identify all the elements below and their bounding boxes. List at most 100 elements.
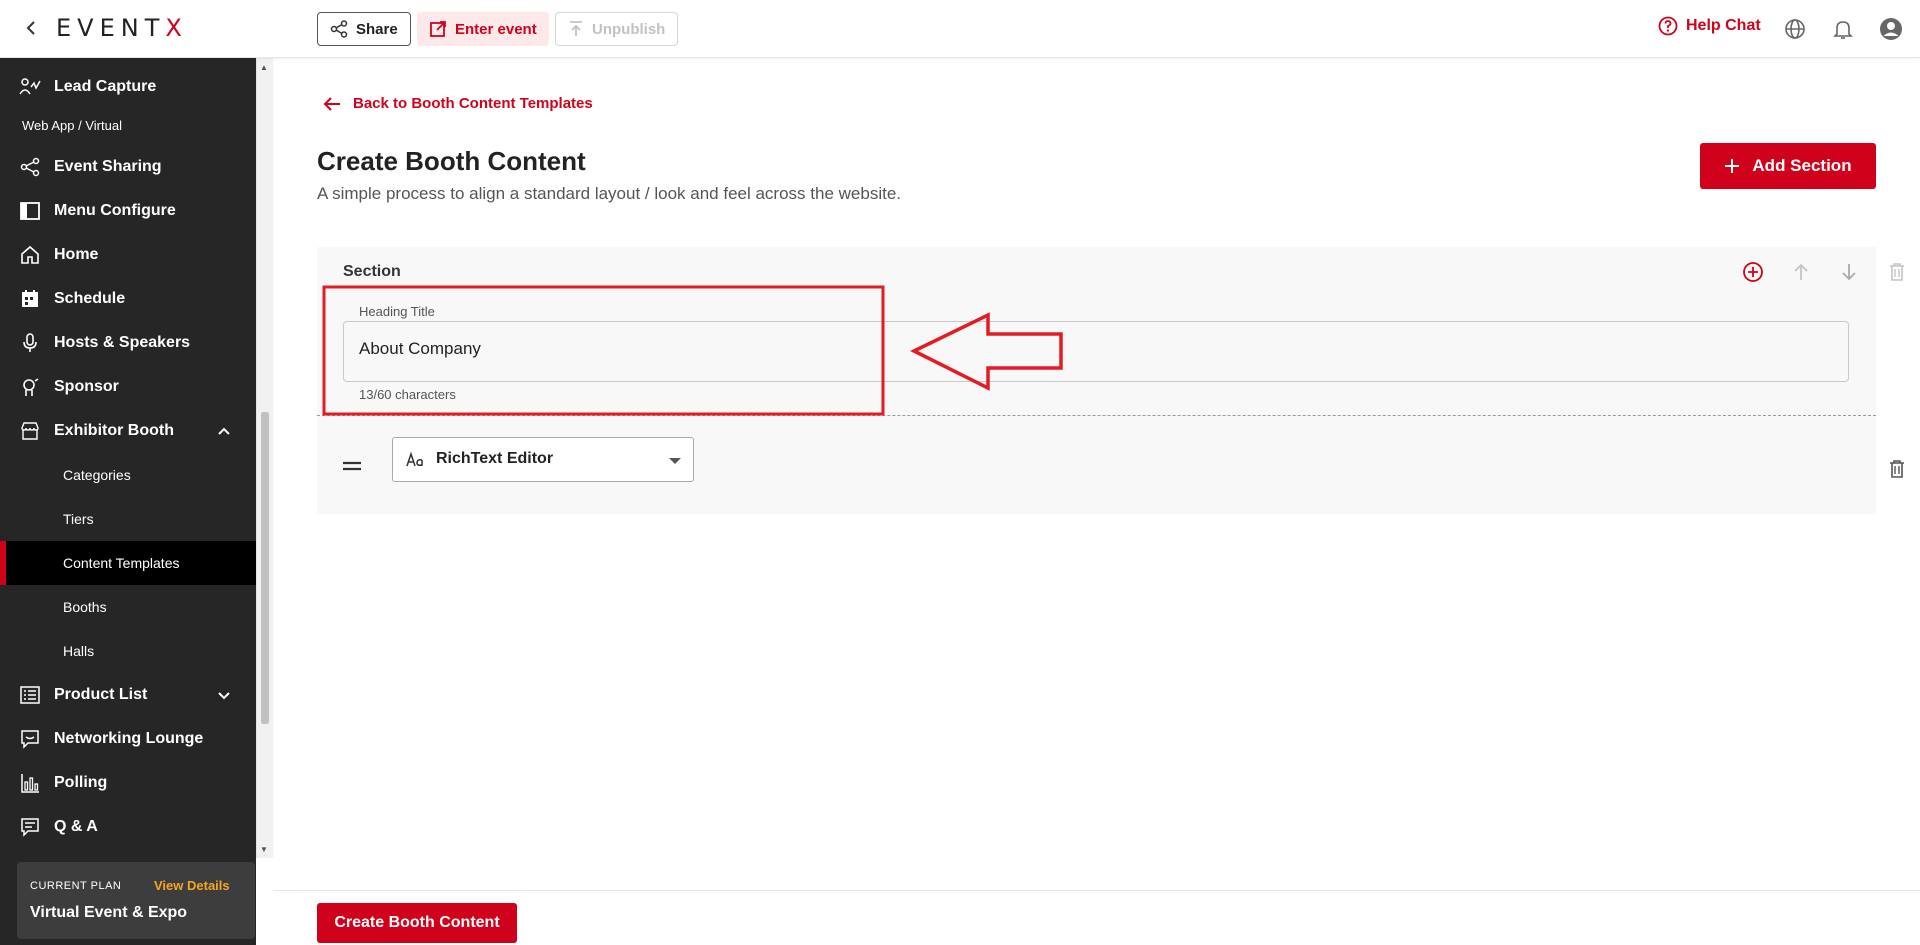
enter-event-label: Enter event — [455, 20, 537, 38]
share-label: Share — [356, 20, 398, 38]
sidebar-label: Sponsor — [54, 378, 119, 395]
plan-name: Virtual Event & Expo — [30, 904, 188, 921]
chevron-up-icon — [214, 421, 234, 441]
sidebar-item-home[interactable]: Home — [0, 233, 256, 277]
sidebar-label: Tiers — [63, 511, 94, 527]
sidebar-label: Halls — [63, 643, 95, 659]
unpublish-button[interactable]: Unpublish — [555, 12, 679, 46]
store-icon — [18, 419, 42, 443]
heading-title-input[interactable] — [343, 321, 1849, 382]
sidebar-label: Polling — [54, 774, 108, 791]
sidebar-item-exhibitor-booth[interactable]: Exhibitor Booth — [0, 409, 256, 453]
sidebar-subitem-tiers[interactable]: Tiers — [0, 497, 256, 541]
section-title: Section — [343, 263, 401, 280]
sidebar-label: Q & A — [54, 818, 98, 835]
sidebar-label: Home — [54, 246, 99, 263]
sidebar-label: Hosts & Speakers — [54, 334, 191, 351]
sidebar-label: Event Sharing — [54, 158, 162, 175]
sidebar-item-event-sharing[interactable]: Event Sharing — [0, 145, 256, 189]
sidebar-subitem-booths[interactable]: Booths — [0, 585, 256, 629]
back-chevron-icon[interactable] — [20, 16, 42, 40]
sidebar-label: Exhibitor Booth — [54, 422, 174, 439]
enter-event-button[interactable]: Enter event — [417, 12, 549, 46]
sidebar-label: Schedule — [54, 290, 126, 307]
top-bar: EVENTX Share Enter event Unpublish Help … — [0, 0, 1920, 58]
sidebar-scroll-thumb[interactable] — [261, 412, 269, 724]
sidebar-item-hosts-speakers[interactable]: Hosts & Speakers — [0, 321, 256, 365]
unpublish-label: Unpublish — [592, 20, 666, 38]
back-link-label: Back to Booth Content Templates — [353, 95, 593, 112]
sidebar-item-polling[interactable]: Polling — [0, 761, 256, 805]
create-booth-content-button[interactable]: Create Booth Content — [317, 903, 517, 943]
scroll-up-arrow-icon[interactable]: ▲ — [259, 63, 269, 73]
sidebar-item-networking-lounge[interactable]: Networking Lounge — [0, 717, 256, 761]
current-plan-card: CURRENT PLAN View Details Virtual Event … — [17, 862, 255, 939]
chat-bubble-icon — [18, 727, 42, 751]
eventx-logo: EVENTX — [56, 14, 188, 42]
help-chat-label: Help Chat — [1686, 17, 1761, 34]
account-avatar-icon[interactable] — [1879, 17, 1903, 41]
sidebar: Lead Capture Web App / Virtual Event Sha… — [0, 58, 256, 945]
dropdown-caret-icon — [669, 458, 681, 464]
home-icon — [18, 243, 42, 267]
microphone-icon — [18, 331, 42, 355]
sidebar-item-menu-configure[interactable]: Menu Configure — [0, 189, 256, 233]
sidebar-section-label: Web App / Virtual — [22, 118, 122, 133]
sidebar-item-qa[interactable]: Q & A — [0, 805, 256, 849]
section-divider — [317, 415, 1876, 416]
sponsor-icon — [18, 375, 42, 399]
help-icon — [1658, 16, 1678, 36]
sidebar-item-sponsor[interactable]: Sponsor — [0, 365, 256, 409]
calendar-icon — [18, 287, 42, 311]
arrow-up-icon[interactable] — [1789, 260, 1813, 284]
chevron-down-icon — [214, 685, 234, 705]
main-content: Back to Booth Content Templates Create B… — [273, 58, 1920, 945]
page-title: Create Booth Content — [317, 146, 586, 176]
component-type-value: RichText Editor — [436, 450, 554, 467]
component-type-select[interactable]: RichText Editor — [392, 437, 694, 482]
sidebar-item-lead-capture[interactable]: Lead Capture — [0, 65, 256, 109]
section-card: Section Heading Title About Company 13/6… — [317, 247, 1904, 514]
share-icon — [330, 20, 348, 38]
bell-icon[interactable] — [1831, 17, 1855, 41]
sidebar-subitem-categories[interactable]: Categories — [0, 453, 256, 497]
sidebar-item-product-list[interactable]: Product List — [0, 673, 256, 717]
add-section-label: Add Section — [1752, 156, 1852, 175]
sidebar-label: Booths — [63, 599, 107, 615]
view-details-link[interactable]: View Details — [154, 878, 230, 893]
bar-chart-icon — [18, 771, 42, 795]
comment-icon — [18, 815, 42, 839]
globe-icon[interactable] — [1783, 17, 1807, 41]
sidebar-label: Categories — [63, 467, 131, 483]
add-section-button[interactable]: Add Section — [1700, 143, 1876, 189]
plan-caption: CURRENT PLAN — [30, 880, 122, 892]
list-icon — [18, 683, 42, 707]
external-link-icon — [430, 21, 446, 37]
add-circle-icon[interactable] — [1741, 260, 1765, 284]
lead-capture-icon — [18, 75, 42, 99]
text-format-icon — [405, 450, 425, 470]
sidebar-item-schedule[interactable]: Schedule — [0, 277, 256, 321]
back-to-templates-link[interactable]: Back to Booth Content Templates — [323, 95, 593, 112]
sidebar-label: Lead Capture — [54, 78, 157, 95]
sidebar-subitem-halls[interactable]: Halls — [0, 629, 256, 673]
sidebar-label: Networking Lounge — [54, 730, 204, 747]
delete-component-icon[interactable] — [1885, 457, 1909, 481]
drag-handle-icon[interactable] — [342, 458, 362, 471]
character-counter: 13/60 characters — [359, 387, 456, 402]
share-icon — [18, 155, 42, 179]
sidebar-label: Product List — [54, 686, 148, 703]
arrow-down-icon[interactable] — [1837, 260, 1861, 284]
plus-icon — [1725, 159, 1740, 173]
unpublish-icon — [570, 21, 582, 36]
help-chat-button[interactable]: Help Chat — [1658, 16, 1761, 36]
scroll-down-arrow-icon[interactable]: ▼ — [259, 845, 269, 855]
page-subtitle: A simple process to align a standard lay… — [317, 184, 901, 203]
heading-title-label: Heading Title — [355, 304, 439, 319]
delete-section-icon[interactable] — [1885, 260, 1909, 284]
footer-bar: Create Booth Content — [273, 890, 1920, 945]
menu-configure-icon — [18, 199, 42, 223]
sidebar-label: Content Templates — [63, 555, 180, 571]
sidebar-subitem-content-templates[interactable]: Content Templates — [0, 541, 256, 585]
share-button[interactable]: Share — [317, 12, 411, 46]
